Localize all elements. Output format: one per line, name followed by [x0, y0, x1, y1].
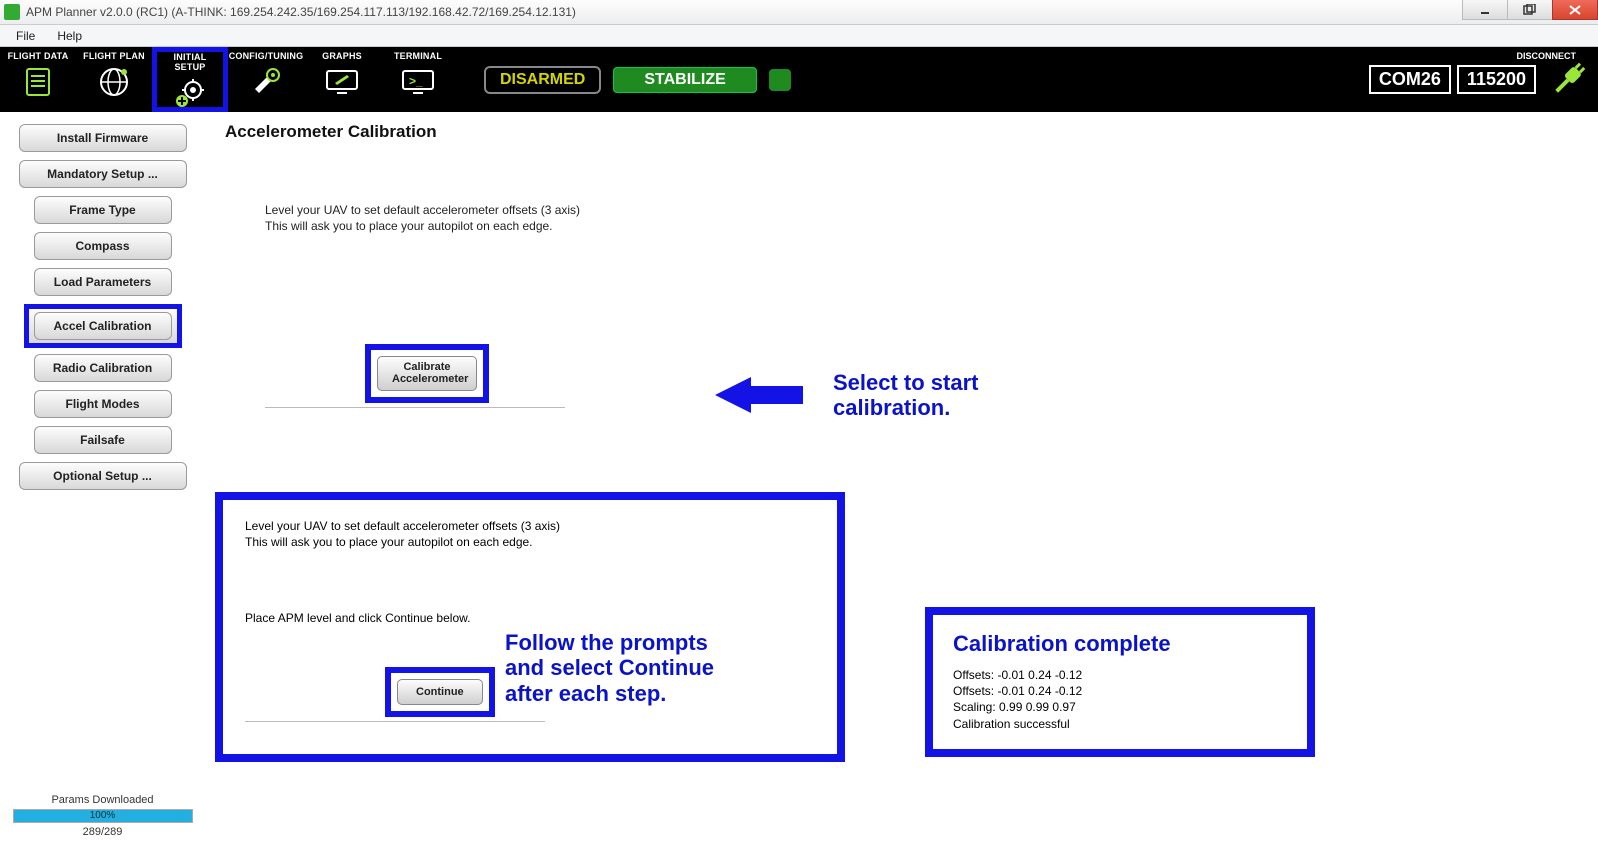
monitor-prompt-icon: >_: [399, 65, 437, 102]
calibration-success-line: Calibration successful: [953, 716, 1287, 732]
menu-help[interactable]: Help: [47, 27, 92, 45]
calibration-complete-title: Calibration complete: [953, 631, 1287, 657]
tab-initial-setup[interactable]: INITIAL SETUP: [152, 47, 228, 112]
continue-button-highlight: Continue: [385, 667, 495, 717]
menu-bar: File Help: [0, 25, 1598, 47]
instruction-line-1a: Level your UAV to set default accelerome…: [265, 202, 1578, 218]
btn-frame-type[interactable]: Frame Type: [34, 196, 172, 224]
content-area: Accelerometer Calibration Level your UAV…: [205, 112, 1598, 846]
tab-graphs[interactable]: GRAPHS: [304, 47, 380, 112]
tab-flight-plan[interactable]: FLIGHT PLAN: [76, 47, 152, 112]
connection-plug-icon[interactable]: [1548, 60, 1588, 100]
instruction-line-1b: This will ask you to place your autopilo…: [265, 218, 1578, 234]
btn-accel-calibration-highlight[interactable]: Accel Calibration: [24, 304, 182, 348]
params-progress-bar: 100%: [13, 809, 193, 823]
annotation-text-1: Select to startcalibration.: [833, 370, 979, 421]
calibrate-button-highlight: Calibrate Accelerometer: [365, 344, 489, 402]
baud-rate-box[interactable]: 115200: [1457, 65, 1536, 94]
main-toolbar: FLIGHT DATA FLIGHT PLAN INITIAL SETUP CO…: [0, 47, 1598, 112]
menu-file[interactable]: File: [6, 27, 45, 45]
arrow-left-icon: [715, 377, 751, 413]
offsets-line-1: Offsets: -0.01 0.24 -0.12: [953, 667, 1287, 683]
com-port-box[interactable]: COM26: [1369, 65, 1451, 94]
gears-plus-icon: [173, 76, 207, 113]
tab-flight-data[interactable]: FLIGHT DATA: [0, 47, 76, 112]
monitor-plane-icon: [323, 65, 361, 102]
app-icon: [4, 4, 20, 20]
annotation-arrow-1: Select to startcalibration.: [715, 370, 979, 421]
arm-status: DISARMED: [484, 66, 601, 94]
calibrate-accelerometer-button[interactable]: Calibrate Accelerometer: [377, 356, 477, 390]
params-downloaded-label: Params Downloaded: [13, 794, 193, 806]
window-minimize-button[interactable]: [1462, 0, 1508, 20]
separator-line-1: [265, 407, 565, 408]
params-count: 289/289: [13, 826, 193, 838]
tab-terminal[interactable]: TERMINAL >_: [380, 47, 456, 112]
globe-icon: [97, 65, 131, 102]
disconnect-label: DISCONNECT: [1516, 51, 1576, 61]
wrench-gear-icon: [249, 65, 283, 102]
window-close-button[interactable]: [1552, 0, 1598, 20]
btn-flight-modes[interactable]: Flight Modes: [34, 390, 172, 418]
scaling-line: Scaling: 0.99 0.99 0.97: [953, 699, 1287, 715]
window-titlebar: APM Planner v2.0.0 (RC1) (A-THINK: 169.2…: [0, 0, 1598, 25]
btn-load-parameters[interactable]: Load Parameters: [34, 268, 172, 296]
svg-text:>_: >_: [409, 74, 423, 88]
btn-mandatory-setup[interactable]: Mandatory Setup ...: [19, 160, 187, 188]
btn-accel-calibration[interactable]: Accel Calibration: [34, 312, 172, 340]
btn-optional-setup[interactable]: Optional Setup ...: [19, 462, 187, 490]
page-title: Accelerometer Calibration: [225, 122, 1578, 142]
continue-panel-highlight: Level your UAV to set default accelerome…: [215, 492, 845, 762]
annotation-text-2: Follow the promptsand select Continueaft…: [505, 630, 714, 706]
document-icon: [21, 65, 55, 102]
tab-config-tuning[interactable]: CONFIG/TUNING: [228, 47, 304, 112]
flight-mode-status: STABILIZE: [613, 67, 756, 93]
offsets-line-2: Offsets: -0.01 0.24 -0.12: [953, 683, 1287, 699]
sidebar: Install Firmware Mandatory Setup ... Fra…: [0, 112, 205, 846]
instruction-line-2c: Place APM level and click Continue below…: [245, 610, 815, 626]
window-maximize-button[interactable]: [1507, 0, 1553, 20]
btn-failsafe[interactable]: Failsafe: [34, 426, 172, 454]
params-progress-fill: 100%: [14, 810, 192, 822]
separator-line-2: [245, 721, 545, 722]
mode-indicator-icon: [769, 69, 791, 91]
window-title: APM Planner v2.0.0 (RC1) (A-THINK: 169.2…: [26, 5, 576, 19]
btn-compass[interactable]: Compass: [34, 232, 172, 260]
instruction-line-2b: This will ask you to place your autopilo…: [245, 534, 815, 550]
instruction-line-2a: Level your UAV to set default accelerome…: [245, 518, 815, 534]
continue-button[interactable]: Continue: [397, 679, 483, 705]
btn-install-firmware[interactable]: Install Firmware: [19, 124, 187, 152]
btn-radio-calibration[interactable]: Radio Calibration: [34, 354, 172, 382]
completion-panel-highlight: Calibration complete Offsets: -0.01 0.24…: [925, 607, 1315, 757]
